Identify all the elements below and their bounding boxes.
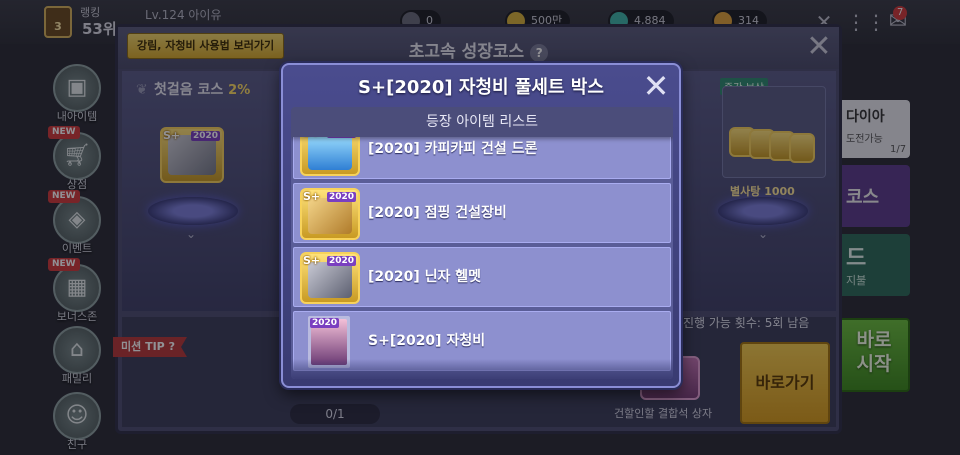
year-badge: 2020 <box>326 256 356 266</box>
item-name: [2020] 점핑 건설장비 <box>368 205 507 221</box>
equipment-icon <box>308 198 352 234</box>
list-body: S+ 2020 [2020] 카피카피 건설 드론 S+ 2020 [2020]… <box>291 119 673 379</box>
box-contents-modal: S+[2020] 자청비 풀세트 박스 ✕ 등장 아이템 리스트 S+ 2020… <box>281 63 681 388</box>
splus-badge: S+ <box>303 190 321 203</box>
modal-title: S+[2020] 자청비 풀세트 박스 <box>358 77 604 98</box>
list-header: 등장 아이템 리스트 <box>291 107 673 137</box>
list-item[interactable]: S+ 2020 [2020] 닌자 헬멧 <box>293 247 671 307</box>
scroll-fade <box>291 359 673 379</box>
item-thumb: S+ 2020 <box>300 188 360 240</box>
item-name: [2020] 닌자 헬멧 <box>368 269 482 285</box>
year-badge: 2020 <box>326 192 356 202</box>
item-thumb: S+ 2020 <box>300 252 360 304</box>
item-list[interactable]: 등장 아이템 리스트 S+ 2020 [2020] 카피카피 건설 드론 S+ … <box>291 107 673 379</box>
close-icon[interactable]: ✕ <box>639 69 673 103</box>
list-item[interactable]: S+ 2020 [2020] 점핑 건설장비 <box>293 183 671 243</box>
splus-badge: S+ <box>303 254 321 267</box>
drone-icon <box>308 134 352 170</box>
helmet-icon <box>308 262 352 298</box>
year-badge: 2020 <box>310 318 340 328</box>
